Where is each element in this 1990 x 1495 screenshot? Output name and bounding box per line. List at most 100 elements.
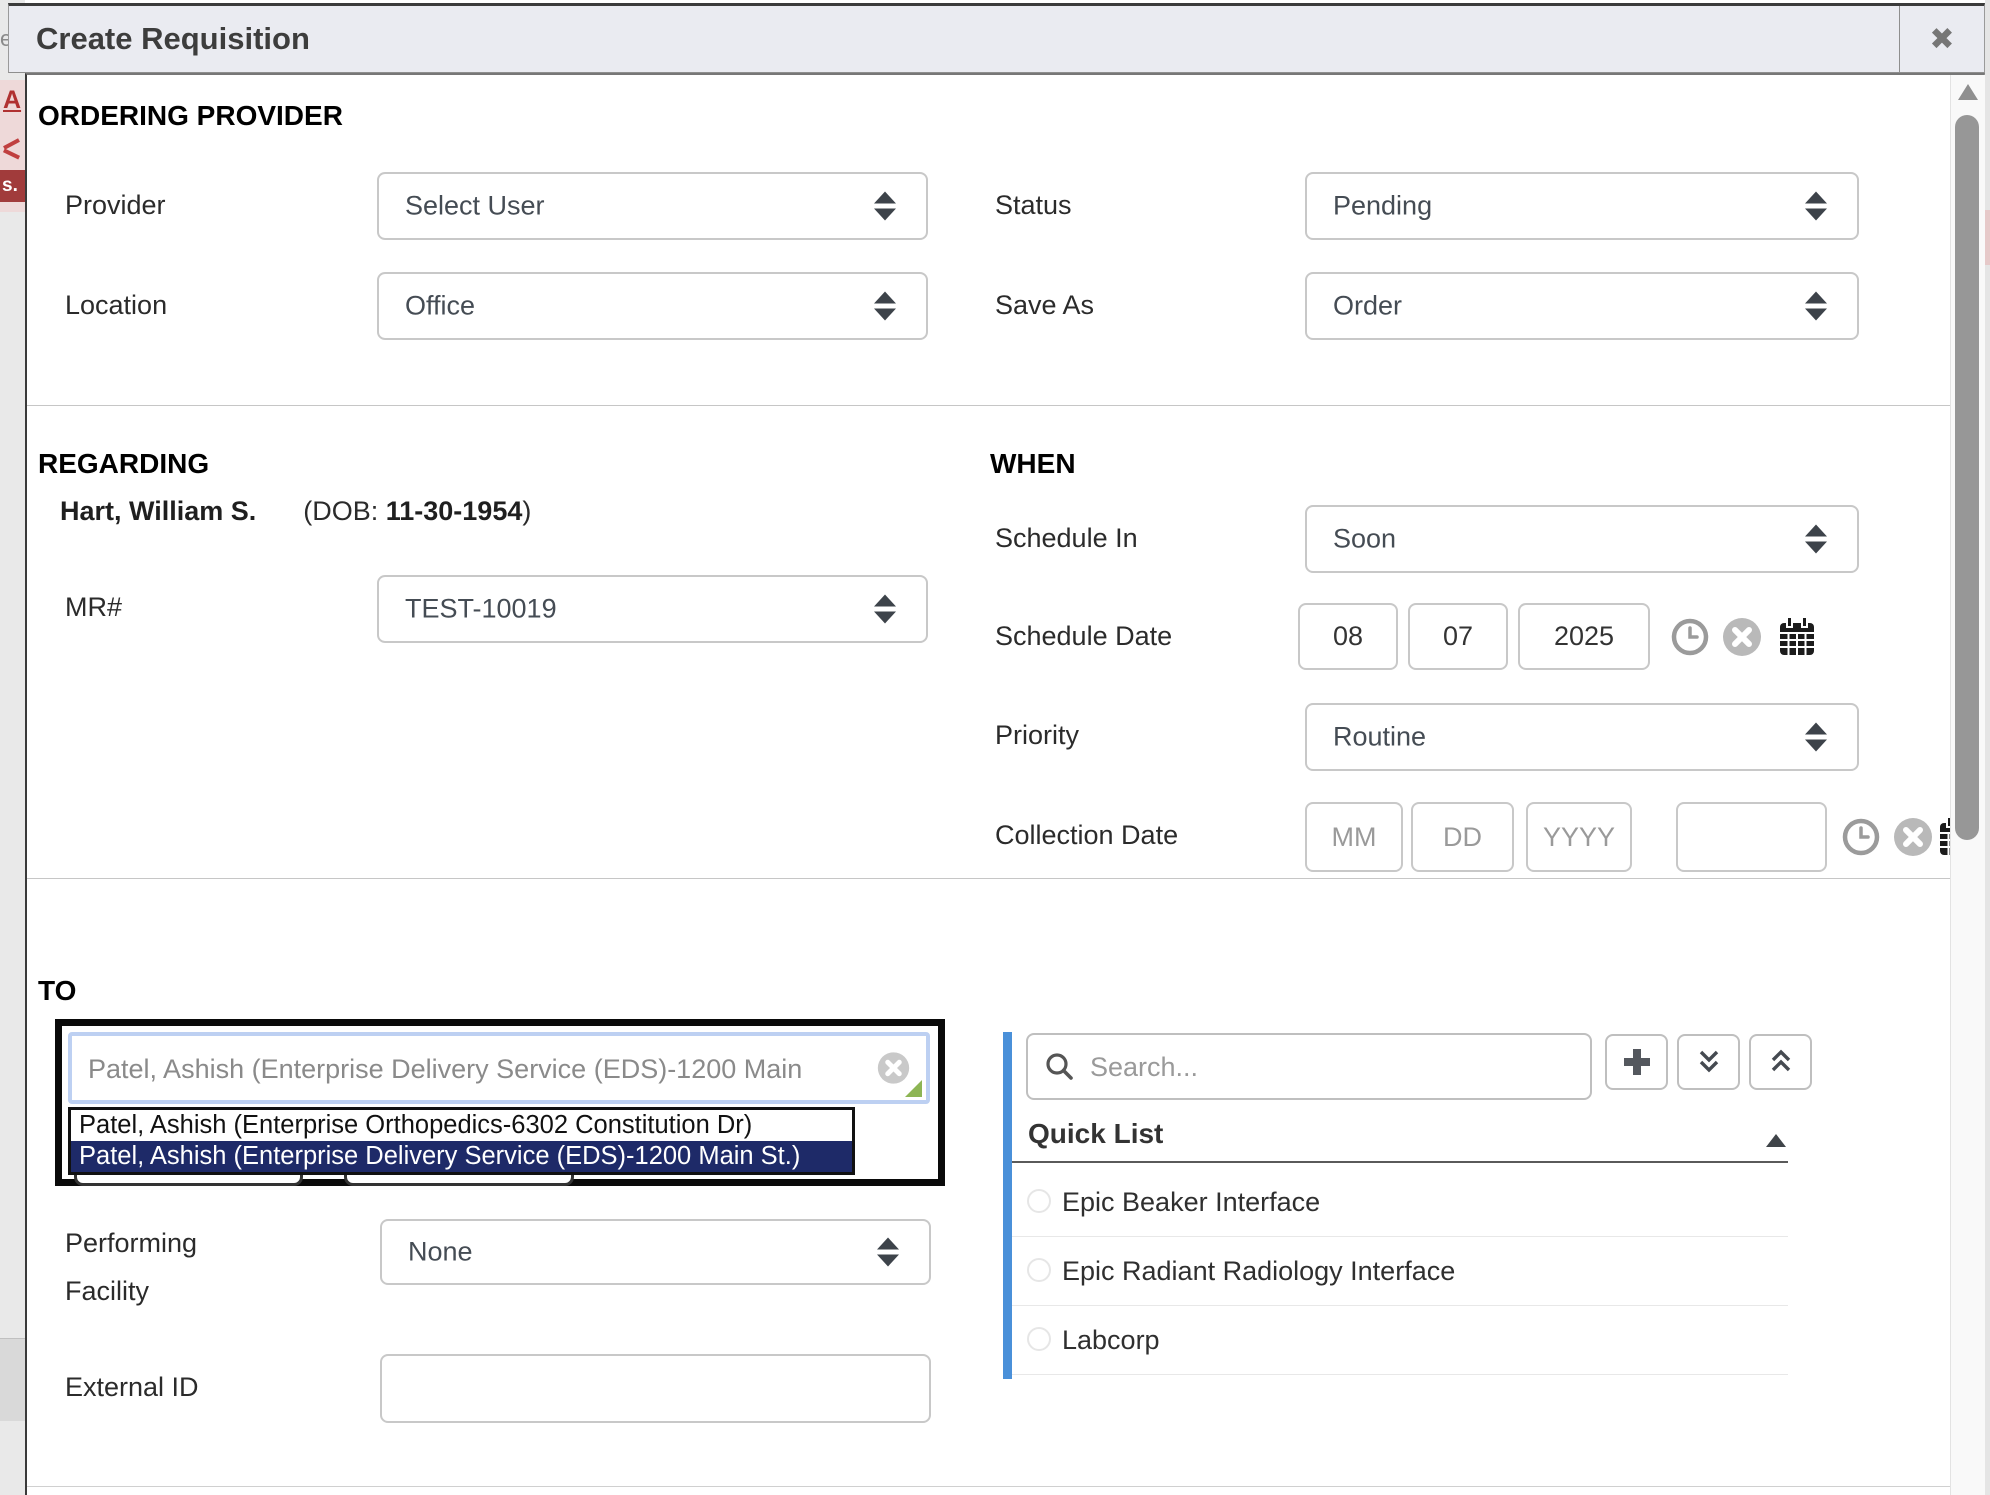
scrollbar-thumb[interactable] xyxy=(1955,115,1979,840)
plus-icon xyxy=(1620,1045,1654,1079)
quick-list-item[interactable]: Labcorp xyxy=(1062,1325,1160,1356)
patient-line: Hart, William S. (DOB: 11-30-1954) xyxy=(60,496,531,527)
quick-list-accent-bar xyxy=(1003,1032,1012,1379)
provider-label: Provider xyxy=(65,190,166,221)
select-arrows-icon xyxy=(1805,723,1827,752)
collapse-all-button[interactable] xyxy=(1749,1034,1812,1090)
collection-date-label: Collection Date xyxy=(995,820,1178,851)
scrollbar-up-arrow-icon[interactable] xyxy=(1958,84,1978,100)
collection-year-input[interactable] xyxy=(1526,802,1632,872)
dob-suffix: ) xyxy=(522,496,531,526)
regarding-heading: REGARDING xyxy=(38,448,209,480)
schedule-time-clock-icon[interactable] xyxy=(1670,617,1710,657)
vertical-scrollbar[interactable] xyxy=(1950,75,1985,1495)
schedule-in-select-value: Soon xyxy=(1333,524,1396,555)
chevron-double-down-icon xyxy=(1693,1046,1725,1078)
external-id-input[interactable] xyxy=(380,1354,931,1423)
collection-time-clock-icon[interactable] xyxy=(1841,817,1881,857)
quick-list-collapse-icon[interactable] xyxy=(1766,1134,1786,1147)
provider-select-value: Select User xyxy=(405,191,545,222)
recipient-input[interactable] xyxy=(86,1036,830,1102)
recipient-highlight-box: Patel, Ashish (Enterprise Orthopedics-63… xyxy=(55,1019,945,1186)
collection-day-input[interactable] xyxy=(1411,802,1514,872)
collection-time-input[interactable] xyxy=(1676,802,1827,872)
dialog-title: Create Requisition xyxy=(36,21,310,57)
location-select-value: Office xyxy=(405,291,475,322)
list-divider xyxy=(1012,1236,1788,1237)
quick-list-item[interactable]: Epic Beaker Interface xyxy=(1062,1187,1320,1218)
quick-list-item-radio[interactable] xyxy=(1027,1327,1051,1351)
select-arrows-icon xyxy=(877,1238,899,1267)
priority-select[interactable]: Routine xyxy=(1305,703,1859,771)
quick-list-underline xyxy=(1012,1161,1788,1163)
quick-list-item-radio[interactable] xyxy=(1027,1189,1051,1213)
ordering-provider-heading: ORDERING PROVIDER xyxy=(38,100,343,132)
performing-facility-select[interactable]: None xyxy=(380,1219,931,1285)
performing-facility-label: Performing xyxy=(65,1228,197,1259)
schedule-in-select[interactable]: Soon xyxy=(1305,505,1859,573)
section-divider xyxy=(27,878,1950,879)
chevron-double-up-icon xyxy=(1765,1046,1797,1078)
select-arrows-icon xyxy=(1805,525,1827,554)
close-icon: ✖ xyxy=(1929,22,1954,57)
resize-grip-icon[interactable] xyxy=(905,1080,922,1097)
external-id-label: External ID xyxy=(65,1372,199,1403)
recipient-combobox xyxy=(68,1032,930,1104)
mr-select-value: TEST-10019 xyxy=(405,594,557,625)
list-divider xyxy=(1012,1305,1788,1306)
status-select-value: Pending xyxy=(1333,191,1432,222)
performing-facility-label-line2: Facility xyxy=(65,1276,149,1307)
expand-all-button[interactable] xyxy=(1677,1034,1740,1090)
mr-select[interactable]: TEST-10019 xyxy=(377,575,928,643)
recipient-dropdown: Patel, Ashish (Enterprise Orthopedics-63… xyxy=(68,1107,855,1175)
save-as-select-value: Order xyxy=(1333,291,1402,322)
recipient-option-selected[interactable]: Patel, Ashish (Enterprise Delivery Servi… xyxy=(71,1141,852,1172)
mr-label: MR# xyxy=(65,592,122,623)
select-arrows-icon xyxy=(874,192,896,221)
select-arrows-icon xyxy=(1805,192,1827,221)
background-fragment xyxy=(0,1338,25,1421)
save-as-label: Save As xyxy=(995,290,1094,321)
location-select[interactable]: Office xyxy=(377,272,928,340)
dob-value: 11-30-1954 xyxy=(386,496,523,526)
list-divider xyxy=(1012,1374,1788,1375)
schedule-day-input[interactable] xyxy=(1408,603,1508,670)
bottom-divider xyxy=(27,1486,1950,1487)
directory-search-box xyxy=(1026,1033,1592,1100)
quick-list-item-radio[interactable] xyxy=(1027,1258,1051,1282)
save-as-select[interactable]: Order xyxy=(1305,272,1859,340)
background-text-fragment: A xyxy=(3,86,21,115)
schedule-year-input[interactable] xyxy=(1518,603,1650,670)
dob-prefix: (DOB: xyxy=(303,496,386,526)
location-label: Location xyxy=(65,290,167,321)
collection-month-input[interactable] xyxy=(1305,802,1403,872)
schedule-date-label: Schedule Date xyxy=(995,621,1172,652)
quick-list-heading: Quick List xyxy=(1028,1118,1163,1150)
search-icon xyxy=(1044,1051,1076,1083)
schedule-date-calendar-icon[interactable] xyxy=(1777,615,1817,658)
background-text-fragment: s. xyxy=(0,170,25,202)
dialog-header: Create Requisition ✖ xyxy=(8,3,1985,73)
status-label: Status xyxy=(995,190,1072,221)
schedule-in-label: Schedule In xyxy=(995,523,1138,554)
page-background-left-strip xyxy=(0,0,25,1495)
priority-label: Priority xyxy=(995,720,1079,751)
directory-search-input[interactable] xyxy=(1088,1035,1582,1100)
status-select[interactable]: Pending xyxy=(1305,172,1859,240)
priority-select-value: Routine xyxy=(1333,722,1426,753)
select-arrows-icon xyxy=(1805,292,1827,321)
recipient-option[interactable]: Patel, Ashish (Enterprise Orthopedics-63… xyxy=(71,1110,852,1141)
schedule-month-input[interactable] xyxy=(1298,603,1398,670)
select-arrows-icon xyxy=(874,595,896,624)
collection-date-clear-icon[interactable] xyxy=(1893,817,1933,857)
performing-facility-value: None xyxy=(408,1237,473,1268)
schedule-date-clear-icon[interactable] xyxy=(1722,617,1762,657)
add-recipient-button[interactable] xyxy=(1605,1034,1668,1090)
when-heading: WHEN xyxy=(990,448,1076,480)
close-button[interactable]: ✖ xyxy=(1899,6,1984,72)
to-heading: TO xyxy=(38,975,76,1007)
provider-select[interactable]: Select User xyxy=(377,172,928,240)
create-requisition-dialog: e A s. Create Requisition ✖ ORDERING PRO… xyxy=(0,0,1990,1495)
quick-list-item[interactable]: Epic Radiant Radiology Interface xyxy=(1062,1256,1455,1287)
background-fragment xyxy=(1985,210,1990,265)
